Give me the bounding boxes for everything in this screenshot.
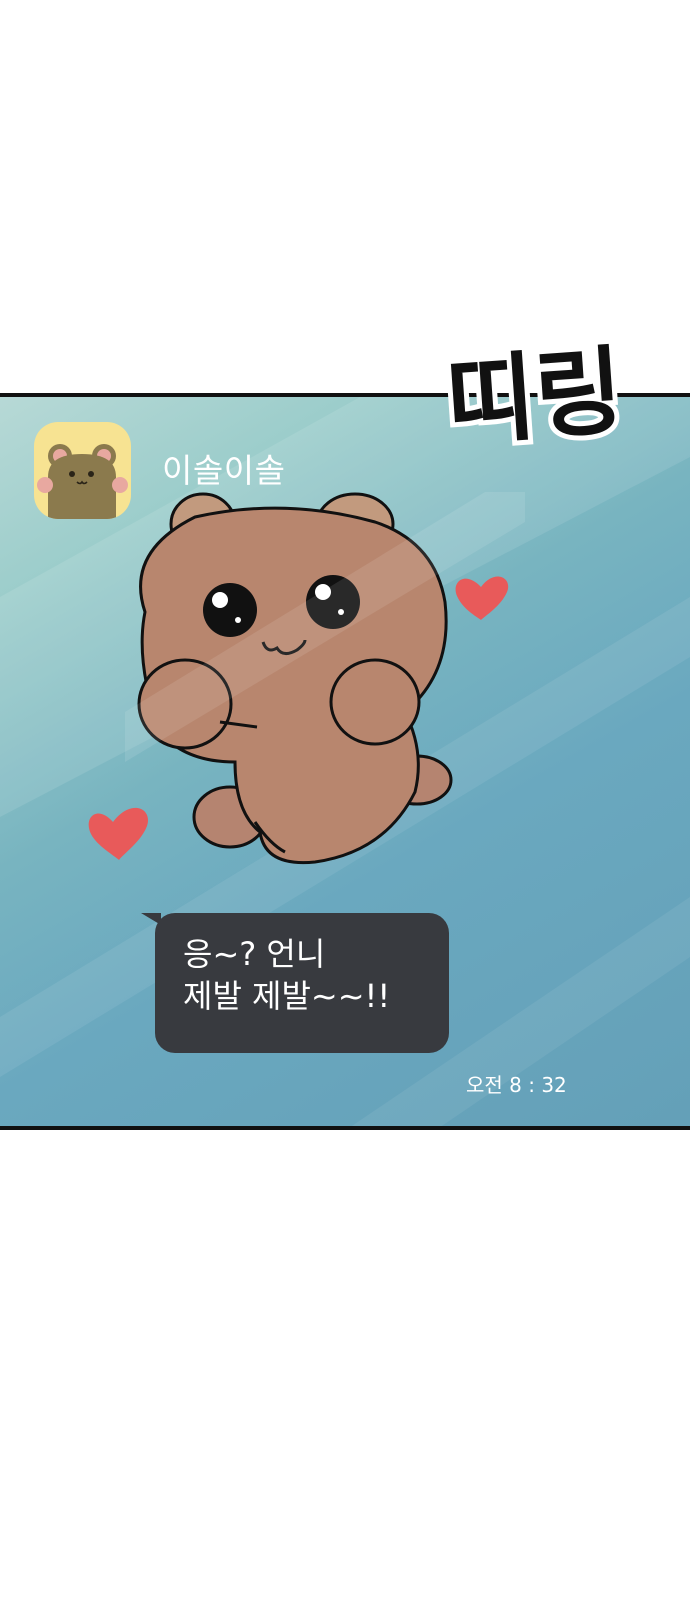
heart-icon — [88, 807, 149, 860]
bear-sticker — [88, 492, 525, 865]
sound-effect-text: 띠링 — [443, 335, 627, 459]
sender-name: 이솔이솔 — [162, 451, 286, 490]
heart-icon — [455, 576, 509, 620]
message-timestamp: 오전 8 : 32 — [466, 1073, 567, 1097]
sound-effect: 띠링 — [438, 330, 632, 464]
message-line: 제발 제발~~!! — [183, 977, 391, 1015]
chat-panel: 이솔이솔 응~? 언니 제발 제발~~!! 오전 8 : 32 — [0, 393, 690, 1130]
message-bubble[interactable]: 응~? 언니 제발 제발~~!! — [155, 913, 449, 1053]
message-line: 응~? 언니 — [183, 935, 326, 973]
